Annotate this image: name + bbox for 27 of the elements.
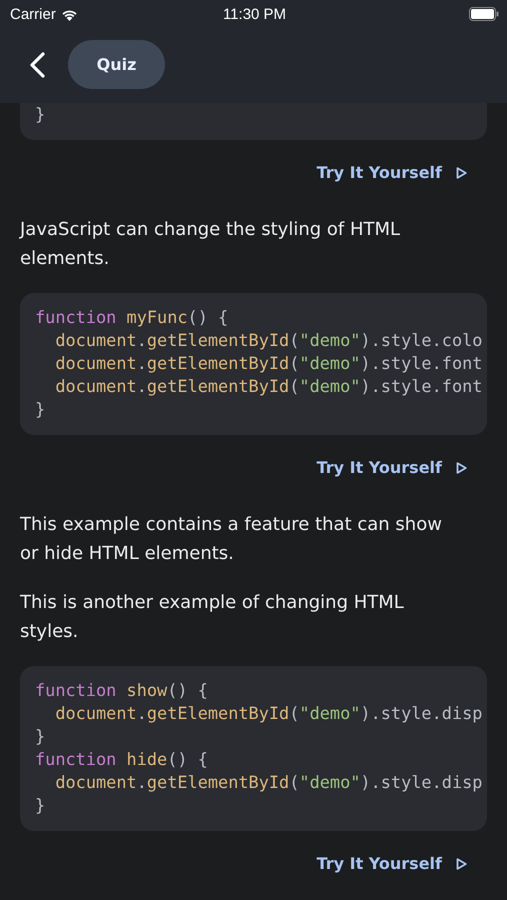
code-line: } — [35, 794, 46, 817]
paragraph: This is another example of changing HTML styles. — [20, 591, 405, 644]
code-line: document.getElementById("demo").style.colo — [54, 329, 484, 352]
carrier-label: Carrier — [10, 6, 56, 22]
code-line: } — [35, 725, 46, 748]
clock-time: 11:30 PM — [222, 6, 286, 22]
code-line: document.getElementById("demo").style.font — [54, 375, 484, 398]
code-line: function hide() { — [35, 748, 209, 771]
paragraph: JavaScript can change the styling of HTML elements. — [20, 218, 402, 271]
code-line: document.getElementById("demo").style.disp — [54, 702, 484, 725]
code-line: } — [35, 103, 46, 126]
code-line: } — [35, 398, 46, 421]
try-it-yourself-link[interactable]: Try It Yourself — [316, 458, 467, 477]
battery-icon — [469, 7, 499, 21]
wifi-icon — [60, 8, 78, 20]
try-it-yourself-link[interactable]: Try It Yourself — [316, 854, 467, 873]
back-button[interactable] — [28, 50, 46, 78]
try-it-yourself-link[interactable]: Try It Yourself — [316, 163, 467, 182]
play-icon — [456, 166, 467, 178]
play-icon — [456, 858, 467, 870]
quiz-tab[interactable]: Quiz — [68, 40, 165, 89]
paragraph: This example contains a feature that can show or hide HTML elements. — [20, 513, 443, 566]
code-line: function show() { — [35, 679, 209, 702]
code-line: function myFunc() { — [35, 306, 230, 329]
play-icon — [456, 462, 467, 474]
code-line: document.getElementById("demo").style.disp — [54, 771, 484, 794]
code-line: document.getElementById("demo").style.font — [54, 352, 484, 375]
